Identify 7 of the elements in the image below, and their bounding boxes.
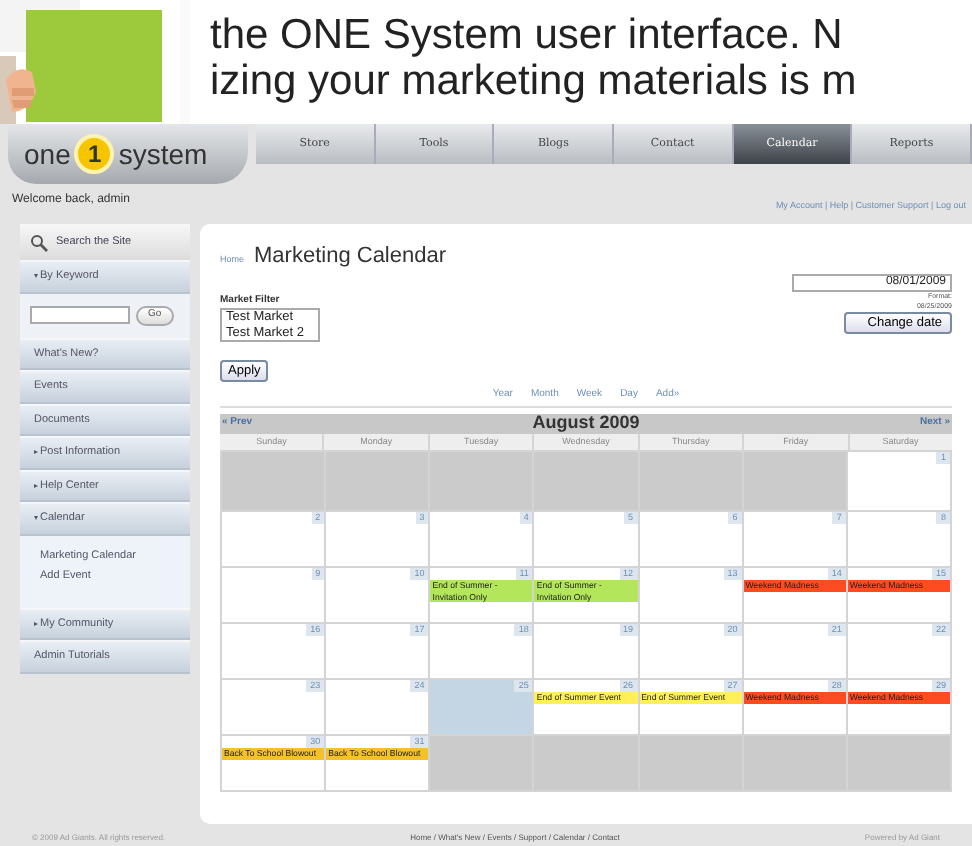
page-title: Marketing Calendar bbox=[254, 242, 447, 272]
search-icon bbox=[30, 233, 48, 251]
month-title: August 2009 bbox=[532, 410, 640, 437]
caption-text: the ONE System user interface. N bbox=[210, 12, 843, 58]
keyword-field[interactable] bbox=[30, 306, 130, 324]
caption-text: izing your marketing materials is m bbox=[210, 58, 857, 104]
logo[interactable]: one 1 system bbox=[8, 124, 248, 184]
